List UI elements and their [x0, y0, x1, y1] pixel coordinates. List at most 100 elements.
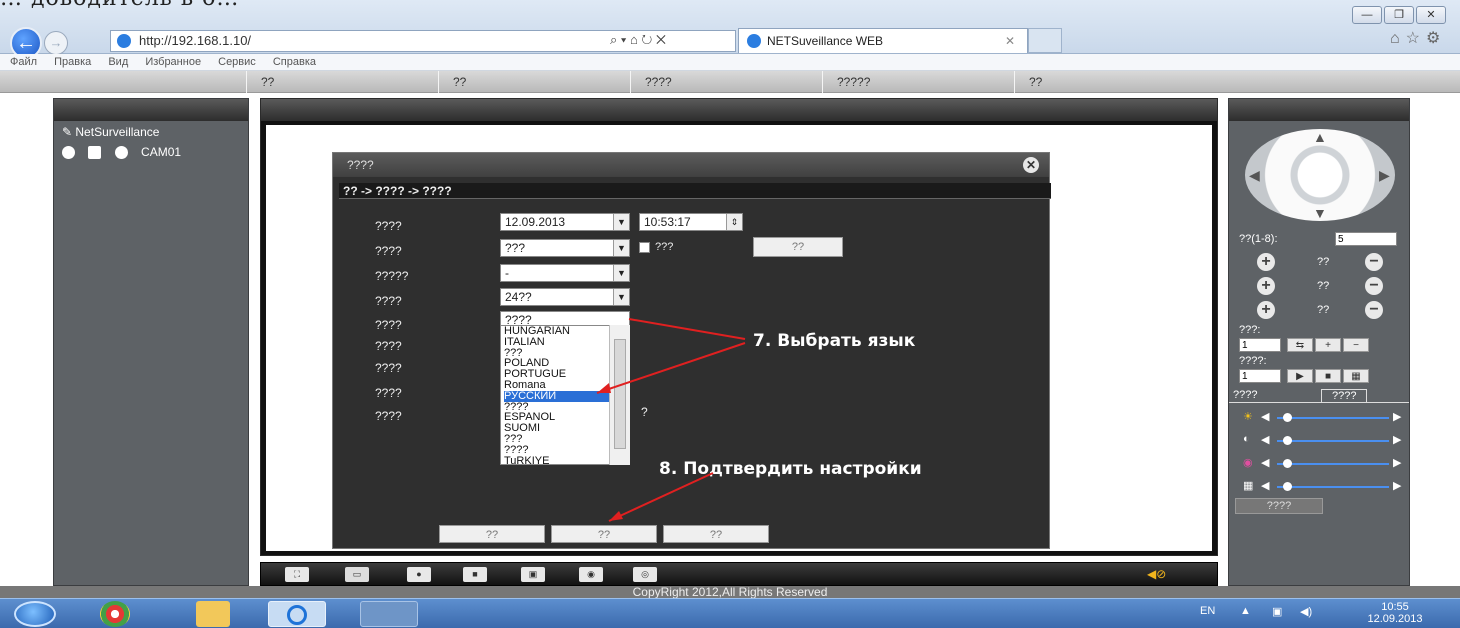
- slider-knob[interactable]: [1283, 413, 1292, 422]
- tray-arrow-icon[interactable]: ▲: [1240, 605, 1251, 617]
- nav-item-5[interactable]: ??: [1014, 71, 1206, 93]
- menu-favorites[interactable]: Избранное: [145, 56, 201, 68]
- arrow-to-russian: [596, 342, 746, 394]
- slider-knob[interactable]: [1283, 482, 1292, 491]
- snapshot-icon[interactable]: ▣: [521, 567, 545, 582]
- arrow-left-icon[interactable]: ◀: [1249, 167, 1260, 184]
- slider-knob[interactable]: [1283, 436, 1292, 445]
- focus-minus-icon[interactable]: −: [1365, 277, 1383, 295]
- annotation-arrows: [596, 318, 746, 522]
- tab-close-icon[interactable]: ✕: [1005, 29, 1015, 53]
- nav-item-4[interactable]: ?????: [822, 71, 1014, 93]
- volume-icon[interactable]: ◀): [1300, 605, 1312, 618]
- stop-icon[interactable]: [62, 146, 75, 160]
- page-top-caption: … доводитель в о…: [0, 0, 239, 11]
- menu-file[interactable]: Файл: [10, 56, 37, 68]
- network-icon[interactable]: ▣: [1272, 605, 1282, 618]
- zoom-label: ??: [1317, 256, 1330, 268]
- focus-plus-icon[interactable]: +: [1257, 277, 1275, 295]
- slider-right-icon[interactable]: ▶: [1393, 433, 1401, 446]
- cruise-swap-icon[interactable]: ⇆: [1287, 338, 1313, 352]
- fullscreen-icon[interactable]: ⛶: [285, 567, 309, 582]
- slider-right-icon[interactable]: ▶: [1393, 456, 1401, 469]
- close-window-button[interactable]: ✕: [1416, 6, 1446, 24]
- saturation-slider[interactable]: [1277, 463, 1389, 465]
- device-title[interactable]: ✎ NetSurveillance: [62, 125, 159, 139]
- ie-logo-icon: [747, 34, 761, 48]
- zoom-minus-icon[interactable]: −: [1365, 253, 1383, 271]
- pattern-input[interactable]: 1: [1239, 369, 1281, 383]
- talk-stop-icon[interactable]: ◎: [633, 567, 657, 582]
- ptz-panel: ▲ ▼ ◀ ▶ ??(1-8): 5 + ?? − + ?? − + ?? − …: [1228, 98, 1410, 586]
- home-star-gear-icons[interactable]: ⌂☆⚙: [1390, 28, 1446, 48]
- slider-right-icon[interactable]: ▶: [1393, 410, 1401, 423]
- arrow-up-icon[interactable]: ▲: [1313, 129, 1327, 145]
- slider-knob[interactable]: [1283, 459, 1292, 468]
- menu-tools[interactable]: Сервис: [218, 56, 256, 68]
- zoom-plus-icon[interactable]: +: [1257, 253, 1275, 271]
- slider-left-icon[interactable]: ◀: [1261, 456, 1269, 469]
- chrome-icon[interactable]: [100, 601, 130, 627]
- minimize-button[interactable]: —: [1352, 6, 1382, 24]
- contrast-icon: ◐: [1243, 433, 1250, 445]
- speaker-mute-icon[interactable]: ◀⊘: [1147, 567, 1166, 581]
- slider-right-icon[interactable]: ▶: [1393, 479, 1401, 492]
- camera-row[interactable]: CAM01: [62, 145, 182, 160]
- iris-plus-icon[interactable]: +: [1257, 301, 1275, 319]
- video-area: ???? ✕ ?? -> ???? -> ???? ???? 12.09.201…: [264, 123, 1214, 553]
- menu-edit[interactable]: Правка: [54, 56, 91, 68]
- slider-left-icon[interactable]: ◀: [1261, 433, 1269, 446]
- nav-item-2[interactable]: ??: [438, 71, 630, 93]
- cruise-label: ???:: [1239, 324, 1261, 336]
- screenshot-root: … доводитель в о… — ❐ ✕ ← → http://192.1…: [0, 0, 1460, 628]
- cruise-add-icon[interactable]: +: [1315, 338, 1341, 352]
- preset-select[interactable]: 5: [1335, 232, 1397, 246]
- taskbar-clock[interactable]: 10:55 12.09.2013: [1350, 601, 1440, 628]
- menu-view[interactable]: Вид: [108, 56, 128, 68]
- contrast-slider[interactable]: [1277, 440, 1389, 442]
- record-icon[interactable]: [88, 146, 102, 160]
- clock-time: 10:55: [1381, 601, 1409, 613]
- talk-icon[interactable]: ◉: [579, 567, 603, 582]
- ie-taskbar-icon[interactable]: [268, 601, 326, 627]
- nav-item-3[interactable]: ????: [630, 71, 822, 93]
- record-start-icon[interactable]: ●: [407, 567, 431, 582]
- menu-help[interactable]: Справка: [273, 56, 316, 68]
- folder-icon[interactable]: [196, 601, 230, 627]
- play-icon[interactable]: [114, 146, 128, 160]
- start-button[interactable]: [14, 601, 56, 627]
- panel-tabs: ???? ????: [1229, 389, 1409, 403]
- forward-arrow-icon[interactable]: →: [44, 31, 68, 55]
- preset-label: ??(1-8):: [1239, 233, 1278, 245]
- clock-date: 12.09.2013: [1367, 613, 1423, 625]
- arrowhead: [609, 511, 623, 521]
- cruise-remove-icon[interactable]: −: [1343, 338, 1369, 352]
- single-view-icon[interactable]: ▭: [345, 567, 369, 582]
- brightness-slider[interactable]: [1277, 417, 1389, 419]
- new-tab-button[interactable]: [1028, 28, 1062, 53]
- copyright: CopyRight 2012,All Rights Reserved: [0, 586, 1460, 598]
- arrow-right-icon[interactable]: ▶: [1379, 167, 1390, 184]
- video-toolbar: ⛶ ▭ ● ■ ▣ ◉ ◎ ◀⊘: [260, 562, 1218, 586]
- record-stop-icon[interactable]: ■: [463, 567, 487, 582]
- address-tools[interactable]: ⌕ ▾ ⌂ ↻ ✕: [610, 32, 666, 48]
- iris-minus-icon[interactable]: −: [1365, 301, 1383, 319]
- browser-tab[interactable]: NETSuveillance WEB ✕: [738, 28, 1028, 53]
- pattern-grid-icon[interactable]: ▦: [1343, 369, 1369, 383]
- nav-item-1[interactable]: ??: [246, 71, 438, 93]
- tab-color[interactable]: ????: [1321, 389, 1368, 402]
- slider-left-icon[interactable]: ◀: [1261, 410, 1269, 423]
- language-indicator[interactable]: EN: [1200, 605, 1215, 617]
- hue-slider[interactable]: [1277, 486, 1389, 488]
- pattern-stop-icon[interactable]: ■: [1315, 369, 1341, 383]
- device-panel: ✎ NetSurveillance CAM01: [53, 98, 249, 586]
- slider-left-icon[interactable]: ◀: [1261, 479, 1269, 492]
- pattern-play-icon[interactable]: ▶: [1287, 369, 1313, 383]
- tab-ptz[interactable]: ????: [1233, 389, 1257, 401]
- maximize-button[interactable]: ❐: [1384, 6, 1414, 24]
- cruise-input[interactable]: 1: [1239, 338, 1281, 352]
- paint-icon[interactable]: [360, 601, 418, 627]
- camera-label: CAM01: [141, 145, 182, 159]
- arrow-down-icon[interactable]: ▼: [1313, 205, 1327, 221]
- default-color-button[interactable]: ????: [1235, 498, 1323, 514]
